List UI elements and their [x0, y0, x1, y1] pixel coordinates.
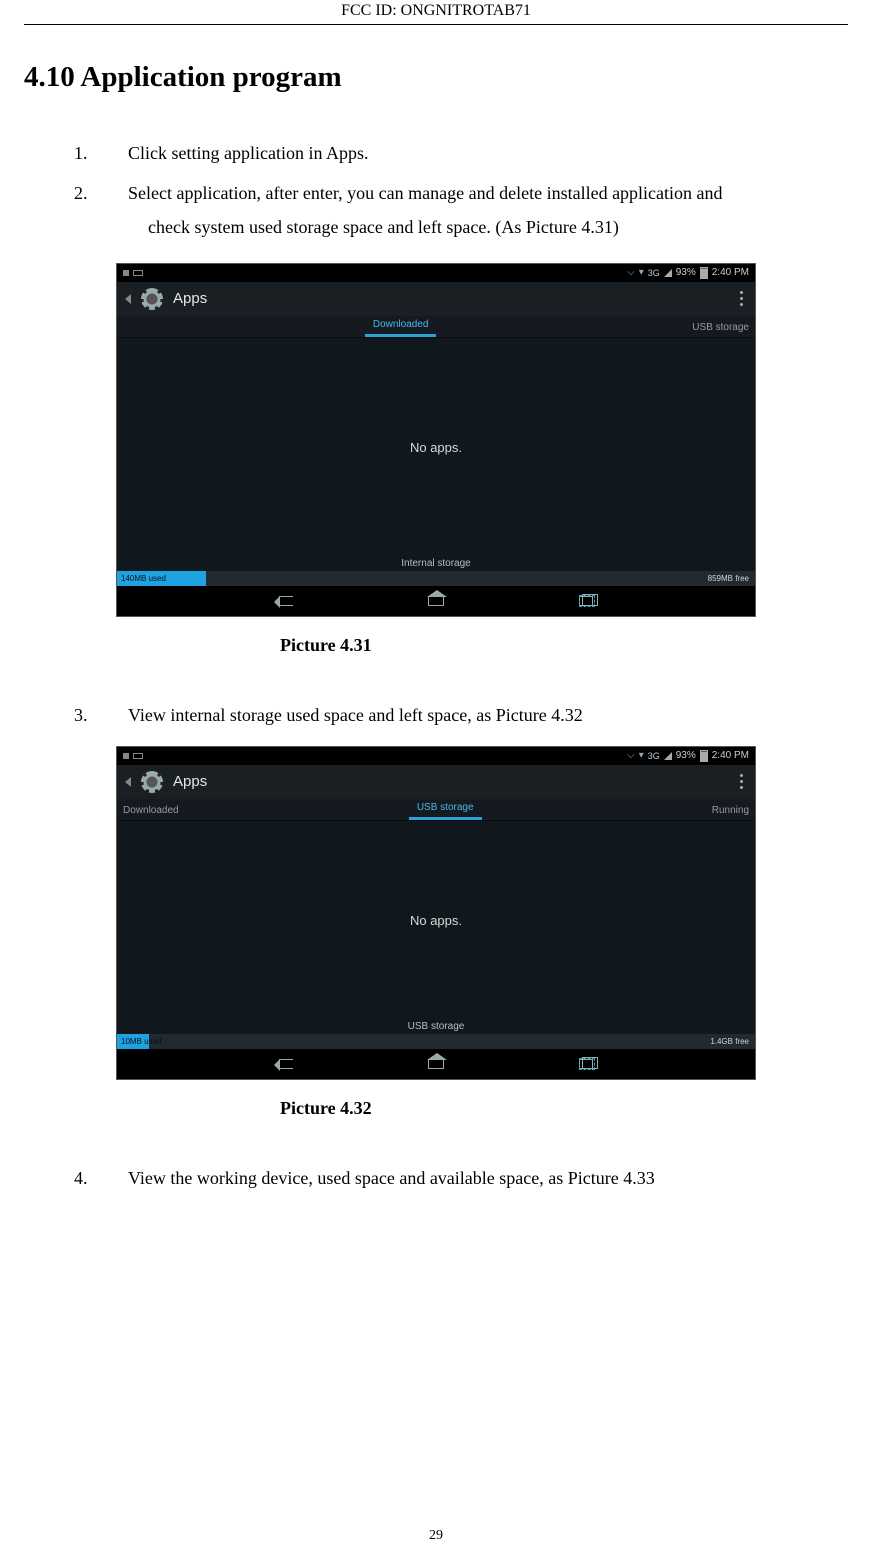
list-item: 2. Select application, after enter, you … [74, 176, 848, 244]
list-number: 1. [74, 136, 128, 170]
nav-screenshot-icon[interactable] [579, 1058, 595, 1070]
tab-bar: Downloaded USB storage Running [117, 799, 755, 821]
nav-screenshot-icon[interactable] [579, 595, 595, 607]
nav-back-button[interactable] [266, 1053, 306, 1075]
fcc-id-text: FCC ID: ONGNITROTAB71 [341, 2, 531, 19]
figure-4-32: ⌵ ▾ 3G 93% 2:40 PM Apps Downloaded [116, 746, 848, 1080]
navigation-bar [117, 586, 755, 616]
storage-used-fill: 10MB used [117, 1034, 149, 1049]
battery-pct: 93% [676, 267, 696, 278]
tab-bar: Downloaded USB storage [117, 316, 755, 338]
list-number: 4. [74, 1161, 128, 1195]
settings-gear-icon [141, 771, 163, 793]
page-number: 29 [0, 1528, 872, 1544]
storage-section-label: Internal storage [117, 558, 755, 571]
tab-downloaded[interactable]: Downloaded [115, 801, 187, 820]
instruction-list: 3. View internal storage used space and … [24, 698, 848, 732]
list-number: 2. [74, 176, 128, 244]
tab-running[interactable]: Running [704, 801, 757, 820]
title-bar: Apps [117, 282, 755, 316]
list-text-line: check system used storage space and left… [128, 217, 619, 237]
clock-time: 2:40 PM [712, 267, 749, 278]
battery-icon [700, 750, 708, 762]
status-indicator-icon [133, 753, 143, 759]
network-label: 3G [648, 751, 660, 761]
settings-gear-icon [141, 288, 163, 310]
storage-usage-bar: 140MB used 859MB free [117, 571, 755, 586]
storage-free-text: 859MB free [708, 574, 749, 583]
tab-downloaded[interactable]: Downloaded [365, 315, 437, 337]
signal-icon [664, 752, 672, 760]
signal-icon [664, 269, 672, 277]
apps-empty-message: No apps. [117, 338, 755, 558]
status-bar: ⌵ ▾ 3G 93% 2:40 PM [117, 747, 755, 765]
list-item: 4. View the working device, used space a… [74, 1161, 848, 1195]
instruction-list: 1. Click setting application in Apps. 2.… [24, 136, 848, 245]
tab-usb-storage[interactable]: USB storage [409, 798, 482, 820]
nav-back-button[interactable] [266, 590, 306, 612]
navigation-bar [117, 1049, 755, 1079]
storage-used-fill: 140MB used [117, 571, 206, 586]
wifi-icon: ▾ [639, 267, 644, 278]
list-text-line: Select application, after enter, you can… [128, 183, 723, 203]
list-item: 3. View internal storage used space and … [74, 698, 848, 732]
list-text: View the working device, used space and … [128, 1161, 848, 1195]
status-bar: ⌵ ▾ 3G 93% 2:40 PM [117, 264, 755, 282]
status-indicator-icon [123, 270, 129, 276]
nav-home-button[interactable] [416, 1053, 456, 1075]
wifi-icon: ▾ [639, 750, 644, 761]
screen-title: Apps [173, 773, 207, 790]
page-header: FCC ID: ONGNITROTAB71 [24, 0, 848, 25]
back-chevron-icon[interactable] [125, 777, 131, 787]
figure-caption: Picture 4.32 [280, 1098, 848, 1119]
battery-pct: 93% [676, 750, 696, 761]
storage-usage-bar: 10MB used 1.4GB free [117, 1034, 755, 1049]
list-text: Select application, after enter, you can… [128, 176, 848, 244]
android-screenshot: ⌵ ▾ 3G 93% 2:40 PM Apps D [116, 263, 756, 617]
list-text: Click setting application in Apps. [128, 136, 848, 170]
figure-caption: Picture 4.31 [280, 635, 848, 656]
bluetooth-icon: ⌵ [627, 750, 635, 761]
apps-empty-message: No apps. [117, 821, 755, 1021]
storage-section-label: USB storage [117, 1021, 755, 1034]
figure-4-31: ⌵ ▾ 3G 93% 2:40 PM Apps D [116, 263, 848, 617]
instruction-list: 4. View the working device, used space a… [24, 1161, 848, 1195]
clock-time: 2:40 PM [712, 750, 749, 761]
storage-used-text: 10MB used [121, 1037, 161, 1046]
page-content: 4.10 Application program 1. Click settin… [0, 25, 872, 1195]
list-number: 3. [74, 698, 128, 732]
battery-icon [700, 267, 708, 279]
bluetooth-icon: ⌵ [627, 267, 635, 278]
list-item: 1. Click setting application in Apps. [74, 136, 848, 170]
overflow-menu-icon[interactable] [740, 291, 747, 306]
storage-used-text: 140MB used [121, 574, 166, 583]
list-text: View internal storage used space and lef… [128, 698, 848, 732]
section-heading: 4.10 Application program [24, 61, 848, 94]
tab-usb-storage[interactable]: USB storage [684, 318, 757, 337]
screen-title: Apps [173, 290, 207, 307]
back-chevron-icon[interactable] [125, 294, 131, 304]
overflow-menu-icon[interactable] [740, 774, 747, 789]
android-screenshot: ⌵ ▾ 3G 93% 2:40 PM Apps Downloaded [116, 746, 756, 1080]
network-label: 3G [648, 268, 660, 278]
status-indicator-icon [133, 270, 143, 276]
title-bar: Apps [117, 765, 755, 799]
status-indicator-icon [123, 753, 129, 759]
storage-free-text: 1.4GB free [710, 1037, 749, 1046]
nav-home-button[interactable] [416, 590, 456, 612]
